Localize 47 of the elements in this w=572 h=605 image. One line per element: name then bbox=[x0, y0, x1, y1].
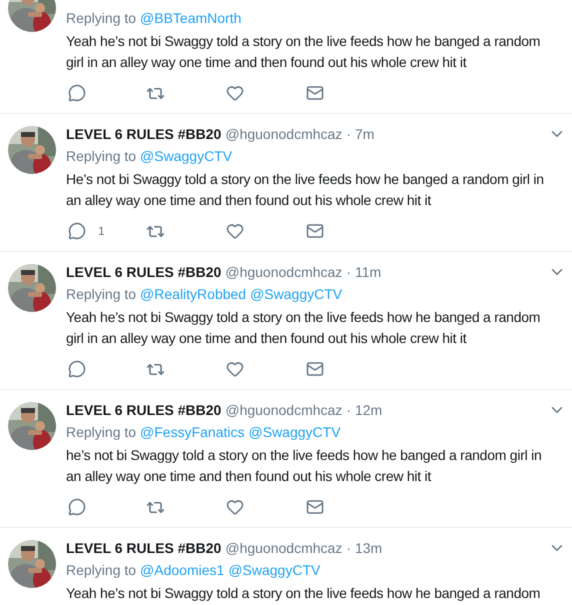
reply-icon[interactable] bbox=[68, 498, 86, 516]
user-handle[interactable]: @hguonodcmhcaz bbox=[225, 538, 342, 558]
like-icon[interactable] bbox=[226, 84, 244, 102]
mention-link[interactable]: @FessyFanatics bbox=[140, 422, 245, 442]
tweet-time[interactable]: 13m bbox=[354, 538, 382, 558]
user-handle[interactable]: @hguonodcmhcaz bbox=[225, 400, 342, 420]
separator-dot: · bbox=[346, 401, 351, 420]
mention-link[interactable]: @SwaggyCTV bbox=[140, 146, 232, 166]
mention-link[interactable]: @RealityRobbed bbox=[140, 284, 246, 304]
mail-icon[interactable] bbox=[306, 222, 324, 240]
tweet-time[interactable]: 12m bbox=[354, 400, 382, 420]
replying-to-label: Replying to bbox=[66, 285, 136, 304]
mail-icon[interactable] bbox=[306, 498, 324, 516]
like-icon[interactable] bbox=[226, 222, 244, 240]
mention-link[interactable]: @BBTeamNorth bbox=[140, 8, 242, 28]
tweet-text: He’s not bi Swaggy told a story on the live feeds how he banged a random girl in an alley way one time and then found out his whole crew hit it bbox=[66, 170, 545, 210]
user-handle[interactable]: @hguonodcmhcaz bbox=[225, 262, 342, 282]
reply-icon[interactable] bbox=[68, 84, 86, 102]
reply-icon[interactable] bbox=[68, 222, 86, 240]
tweet-text: Yeah he’s not bi Swaggy told a story on the live feeds how he banged a random girl in an alley way one time and then found out his whole crew hit it bbox=[66, 32, 542, 72]
replying-to-label: Replying to bbox=[66, 9, 136, 28]
display-name[interactable]: LEVEL 6 RULES #BB20 bbox=[66, 538, 222, 558]
mail-icon[interactable] bbox=[306, 84, 324, 102]
like-icon[interactable] bbox=[226, 498, 244, 516]
mention-link[interactable]: @SwaggyCTV bbox=[250, 284, 342, 304]
tweet-text: he’s not bi Swaggy told a story on the live feeds how he banged a random girl in an alley way one time and then found out his whole crew hit it bbox=[66, 446, 542, 486]
replying-to-label: Replying to bbox=[66, 423, 136, 442]
reply-count: 1 bbox=[98, 223, 105, 240]
display-name[interactable]: LEVEL 6 RULES #BB20 bbox=[66, 400, 222, 420]
replying-to-label: Replying to bbox=[66, 147, 136, 166]
mention-link[interactable]: @Adoomies1 bbox=[140, 560, 224, 580]
display-name[interactable]: LEVEL 6 RULES #BB20 bbox=[66, 262, 222, 282]
user-handle[interactable]: @hguonodcmhcaz bbox=[225, 124, 342, 144]
tweet-time[interactable]: 11m bbox=[354, 262, 382, 282]
display-name[interactable]: LEVEL 6 RULES #BB20 bbox=[66, 124, 222, 144]
reply-icon[interactable] bbox=[68, 360, 86, 378]
mail-icon[interactable] bbox=[306, 360, 324, 378]
separator-dot: · bbox=[346, 263, 351, 282]
separator-dot: · bbox=[346, 539, 351, 558]
separator-dot: · bbox=[346, 125, 351, 144]
tweet-time[interactable]: 7m bbox=[354, 124, 374, 144]
like-icon[interactable] bbox=[226, 360, 244, 378]
tweet-text: Yeah he’s not bi Swaggy told a story on the live feeds how he banged a random bbox=[66, 584, 542, 603]
mention-link[interactable]: @SwaggyCTV bbox=[248, 422, 341, 442]
tweet-text: Yeah he’s not bi Swaggy told a story on the live feeds how he banged a random girl in an alley way one time and then found out his whole crew hit it bbox=[66, 308, 542, 348]
mention-link[interactable]: @SwaggyCTV bbox=[228, 560, 320, 580]
replying-to-label: Replying to bbox=[66, 561, 136, 580]
